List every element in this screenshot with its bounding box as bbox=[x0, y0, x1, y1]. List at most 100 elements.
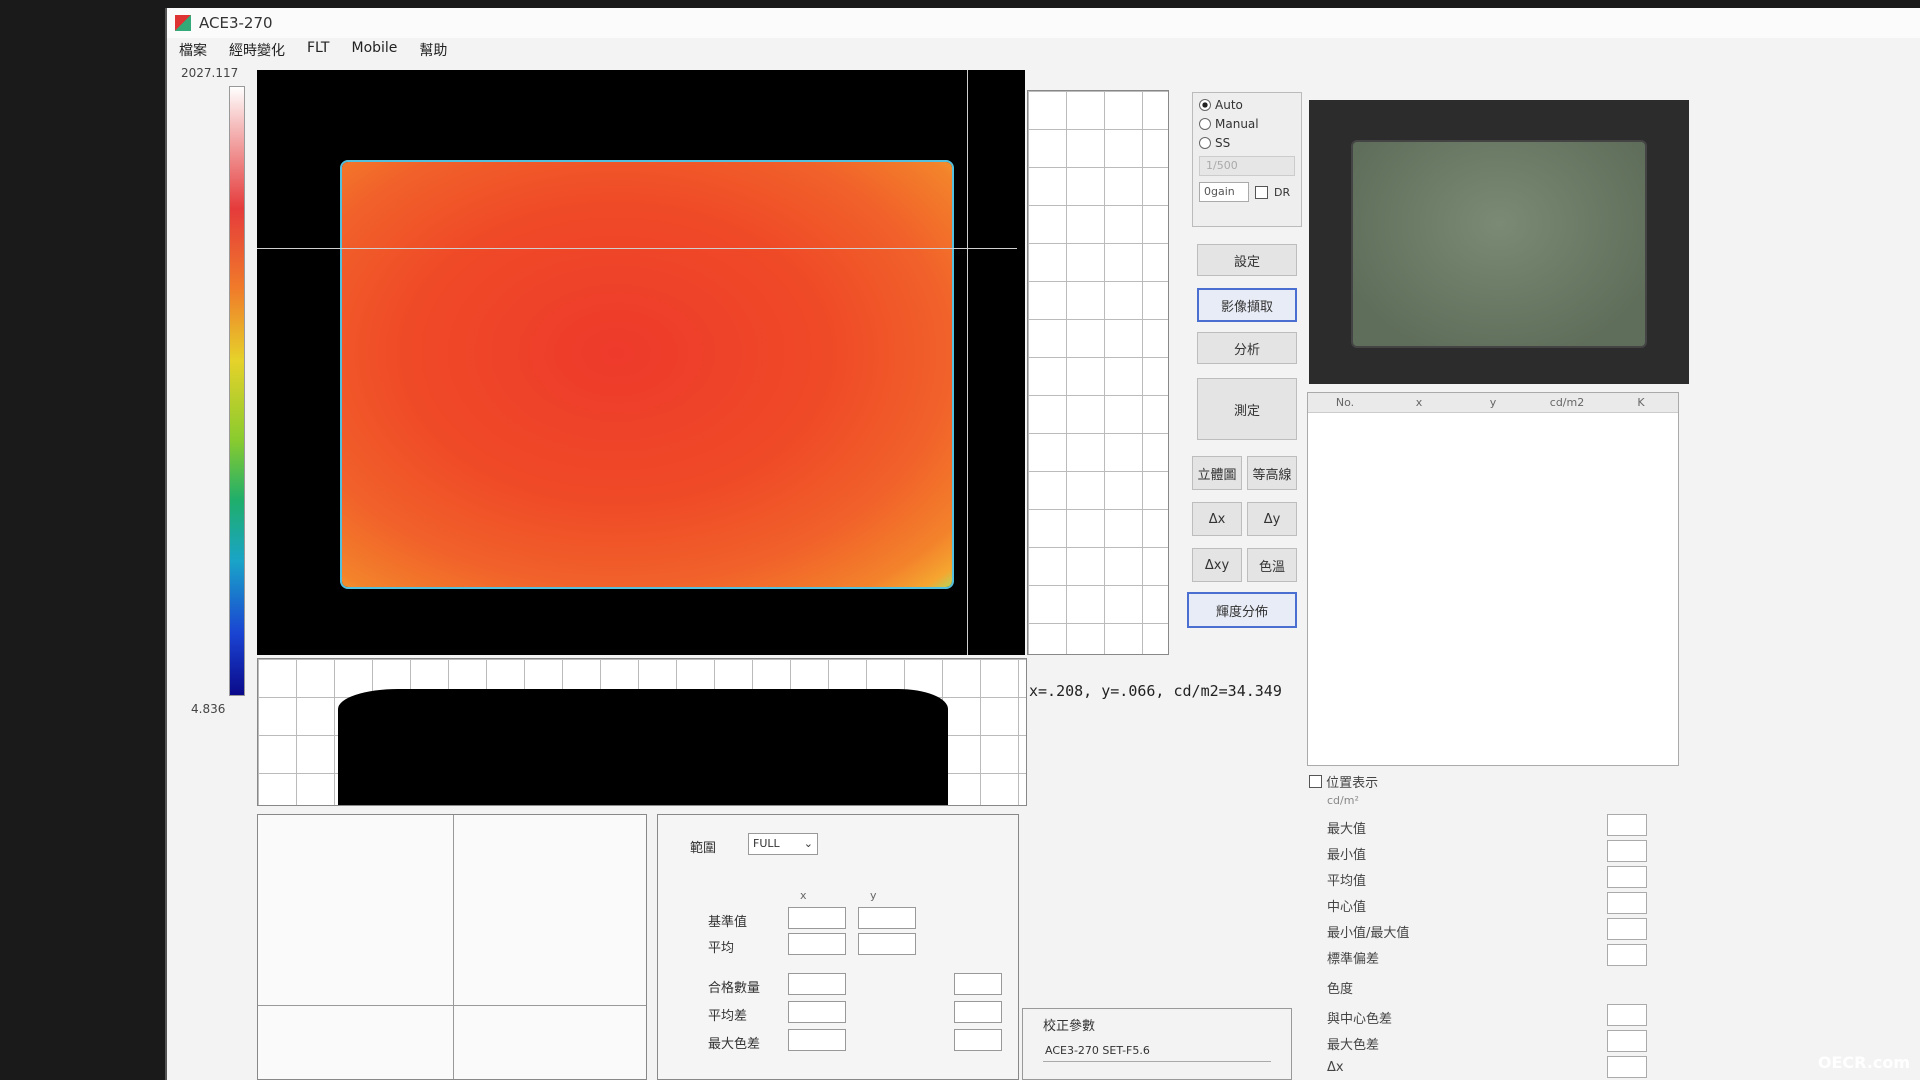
vertical-profile-plot bbox=[1027, 90, 1169, 655]
horizontal-cursor-line[interactable] bbox=[257, 248, 1017, 249]
range-select[interactable]: FULL ⌄ bbox=[748, 833, 818, 855]
dxy-button[interactable]: Δxy bbox=[1192, 548, 1242, 582]
calibration-panel: 校正參數 ACE3-270 SET-F5.6 bbox=[1022, 1008, 1292, 1080]
radio-dot-icon bbox=[1199, 137, 1211, 149]
col-cdm2: cd/m2 bbox=[1549, 396, 1585, 409]
col-no: No. bbox=[1335, 396, 1355, 409]
measured-panel-heatmap bbox=[342, 162, 952, 587]
contour-button[interactable]: 等高線 bbox=[1247, 456, 1297, 490]
camera-preview bbox=[1309, 100, 1689, 384]
stat-avg-label: 平均值 bbox=[1327, 874, 1367, 889]
colorbar-min-label: 4.836 bbox=[191, 702, 226, 716]
window-title: ACE3-270 bbox=[199, 14, 273, 32]
range-panel: 範圍 FULL ⌄ x y 基準值 平均 合格數量 平均差 最大色差 bbox=[657, 814, 1019, 1080]
stat-stddev-label: 標準偏差 bbox=[1327, 952, 1380, 967]
reference-y-field[interactable] bbox=[858, 907, 916, 929]
exposure-mode-group: Auto Manual SS 1/500 0gain DR bbox=[1192, 92, 1302, 227]
col-k: K bbox=[1637, 396, 1645, 409]
menu-mobile[interactable]: Mobile bbox=[351, 40, 397, 64]
menu-file[interactable]: 檔案 bbox=[179, 40, 207, 64]
reference-x-field[interactable] bbox=[788, 907, 846, 929]
stat-center-label: 中心值 bbox=[1327, 900, 1367, 915]
dx-button[interactable]: Δx bbox=[1192, 502, 1242, 536]
dr-label: DR bbox=[1274, 185, 1291, 199]
max-color-diff-result bbox=[954, 1029, 1002, 1051]
colorbar-max-label: 2027.117 bbox=[181, 66, 239, 80]
image-divider bbox=[1017, 70, 1025, 655]
average-y-field[interactable] bbox=[858, 933, 916, 955]
result-table-header: No. x y cd/m2 K bbox=[1308, 393, 1678, 413]
title-bar: ACE3-270 bbox=[167, 8, 1920, 38]
stat-center-value bbox=[1607, 892, 1647, 914]
radio-ss[interactable]: SS bbox=[1199, 136, 1295, 150]
stat-max-label: 最大值 bbox=[1327, 822, 1367, 837]
watermark: OECR.com bbox=[1817, 1053, 1910, 1072]
max-color-diff-field[interactable] bbox=[788, 1029, 846, 1051]
analyze-button[interactable]: 分析 bbox=[1197, 332, 1297, 364]
avg-diff-result bbox=[954, 1001, 1002, 1023]
chroma-max-diff-label: 最大色差 bbox=[1327, 1038, 1380, 1053]
pass-count-label: 合格數量 bbox=[708, 981, 761, 996]
menu-help[interactable]: 幫助 bbox=[419, 40, 447, 64]
chroma-center-diff-label: 與中心色差 bbox=[1327, 1012, 1393, 1027]
pass-count-result bbox=[954, 973, 1002, 995]
col-x: x bbox=[1415, 396, 1423, 409]
preview-display-image bbox=[1351, 140, 1647, 348]
stats-unit: cd/m² bbox=[1327, 794, 1359, 807]
dy-button[interactable]: Δy bbox=[1247, 502, 1297, 536]
luminance-distribution-button[interactable]: 輝度分佈 bbox=[1187, 592, 1297, 628]
max-color-diff-label: 最大色差 bbox=[708, 1037, 761, 1052]
app-window: ACE3-270 檔案 經時變化 FLT Mobile 幫助 2027.117 … bbox=[165, 8, 1920, 1080]
radio-manual[interactable]: Manual bbox=[1199, 117, 1295, 131]
menu-time-change[interactable]: 經時變化 bbox=[229, 40, 285, 64]
average-label: 平均 bbox=[708, 941, 735, 956]
view3d-button[interactable]: 立體圖 bbox=[1192, 456, 1242, 490]
measure-button[interactable]: 測定 bbox=[1197, 378, 1297, 440]
cursor-readout: x=.208, y=.066, cd/m2=34.349 bbox=[1029, 682, 1282, 700]
chroma-max-diff-value bbox=[1607, 1030, 1647, 1052]
stat-max-value bbox=[1607, 814, 1647, 836]
menu-flt[interactable]: FLT bbox=[307, 40, 329, 64]
profile-curve-fill bbox=[338, 689, 948, 805]
position-display-checkbox[interactable] bbox=[1309, 775, 1322, 788]
col-y-label: y bbox=[870, 889, 877, 902]
chroma-dx-value bbox=[1607, 1056, 1647, 1078]
range-label: 範圍 bbox=[690, 841, 717, 856]
calibration-value[interactable]: ACE3-270 SET-F5.6 bbox=[1043, 1040, 1271, 1062]
app-logo-icon bbox=[175, 15, 191, 31]
color-scale-bar bbox=[229, 86, 245, 696]
radio-dot-icon bbox=[1199, 99, 1211, 111]
capture-button[interactable]: 影像擷取 bbox=[1197, 288, 1297, 322]
gain-field[interactable]: 0gain bbox=[1199, 182, 1249, 202]
dr-checkbox[interactable] bbox=[1255, 185, 1268, 199]
calibration-title: 校正參數 bbox=[1043, 1019, 1096, 1034]
avg-diff-field[interactable] bbox=[788, 1001, 846, 1023]
color-temp-button[interactable]: 色溫 bbox=[1247, 548, 1297, 582]
radio-auto[interactable]: Auto bbox=[1199, 98, 1295, 112]
col-x-label: x bbox=[800, 889, 807, 902]
chroma-title: 色度 bbox=[1327, 982, 1354, 997]
reference-label: 基準值 bbox=[708, 915, 748, 930]
chevron-down-icon: ⌄ bbox=[803, 837, 813, 850]
pass-count-field[interactable] bbox=[788, 973, 846, 995]
vertical-cursor-line[interactable] bbox=[967, 70, 968, 655]
settings-button[interactable]: 設定 bbox=[1197, 244, 1297, 276]
luminance-image[interactable] bbox=[257, 70, 1017, 655]
radio-dot-icon bbox=[1199, 118, 1211, 130]
stat-stddev-value bbox=[1607, 944, 1647, 966]
menu-bar: 檔案 經時變化 FLT Mobile 幫助 bbox=[167, 40, 1920, 64]
measurement-result-table[interactable]: No. x y cd/m2 K bbox=[1307, 392, 1679, 766]
stat-avg-value bbox=[1607, 866, 1647, 888]
average-x-field[interactable] bbox=[788, 933, 846, 955]
chroma-center-diff-value bbox=[1607, 1004, 1647, 1026]
stat-ratio-value bbox=[1607, 918, 1647, 940]
position-display-option[interactable]: 位置表示 bbox=[1309, 772, 1378, 791]
chroma-dx-label: Δx bbox=[1327, 1060, 1344, 1075]
secondary-plot-panel bbox=[257, 814, 647, 1080]
horizontal-profile-plot bbox=[257, 658, 1027, 806]
col-y: y bbox=[1489, 396, 1497, 409]
stat-min-value bbox=[1607, 840, 1647, 862]
stat-ratio-label: 最小值/最大值 bbox=[1327, 926, 1410, 941]
shutter-speed-field[interactable]: 1/500 bbox=[1199, 156, 1295, 176]
stat-min-label: 最小值 bbox=[1327, 848, 1367, 863]
